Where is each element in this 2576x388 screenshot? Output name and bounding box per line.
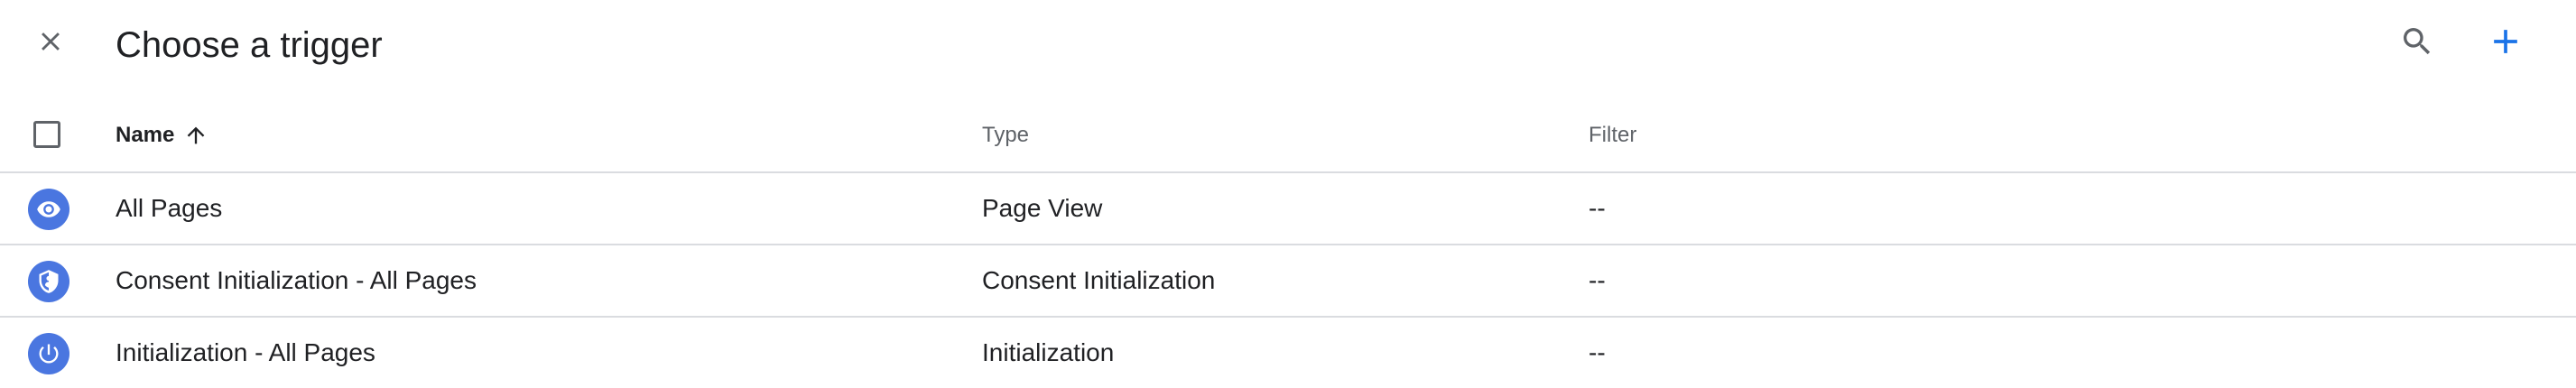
search-icon — [2399, 23, 2435, 60]
trigger-name: All Pages — [116, 194, 223, 222]
add-trigger-button[interactable] — [2480, 16, 2531, 67]
trigger-name: Consent Initialization - All Pages — [116, 266, 477, 294]
table-row[interactable]: Consent Initialization - All Pages Conse… — [0, 245, 2576, 318]
column-header-type[interactable]: Type — [982, 117, 1029, 153]
shield-icon — [28, 261, 69, 302]
add-icon — [2486, 22, 2525, 61]
eye-icon — [28, 189, 69, 230]
table-row[interactable]: Initialization - All Pages Initializatio… — [0, 318, 2576, 388]
close-button[interactable] — [25, 16, 76, 67]
column-header-name-label: Name — [116, 123, 175, 147]
close-icon — [35, 26, 66, 57]
table-row[interactable]: All Pages Page View -- — [0, 173, 2576, 245]
panel-header: Choose a trigger — [0, 0, 2576, 90]
select-all-checkbox[interactable] — [33, 121, 60, 148]
trigger-filter: -- — [1589, 338, 1606, 366]
power-icon — [28, 333, 69, 374]
search-button[interactable] — [2392, 16, 2442, 67]
table-header: Name Type Filter — [0, 99, 2576, 173]
column-header-filter[interactable]: Filter — [1589, 117, 1636, 153]
arrow-up-icon — [183, 123, 208, 148]
trigger-filter: -- — [1589, 194, 1606, 222]
trigger-type: Page View — [982, 194, 1103, 222]
column-header-name[interactable]: Name — [116, 117, 208, 153]
page-title: Choose a trigger — [116, 25, 383, 65]
trigger-filter: -- — [1589, 266, 1606, 294]
trigger-type: Initialization — [982, 338, 1115, 366]
trigger-name: Initialization - All Pages — [116, 338, 375, 366]
trigger-type: Consent Initialization — [982, 266, 1216, 294]
